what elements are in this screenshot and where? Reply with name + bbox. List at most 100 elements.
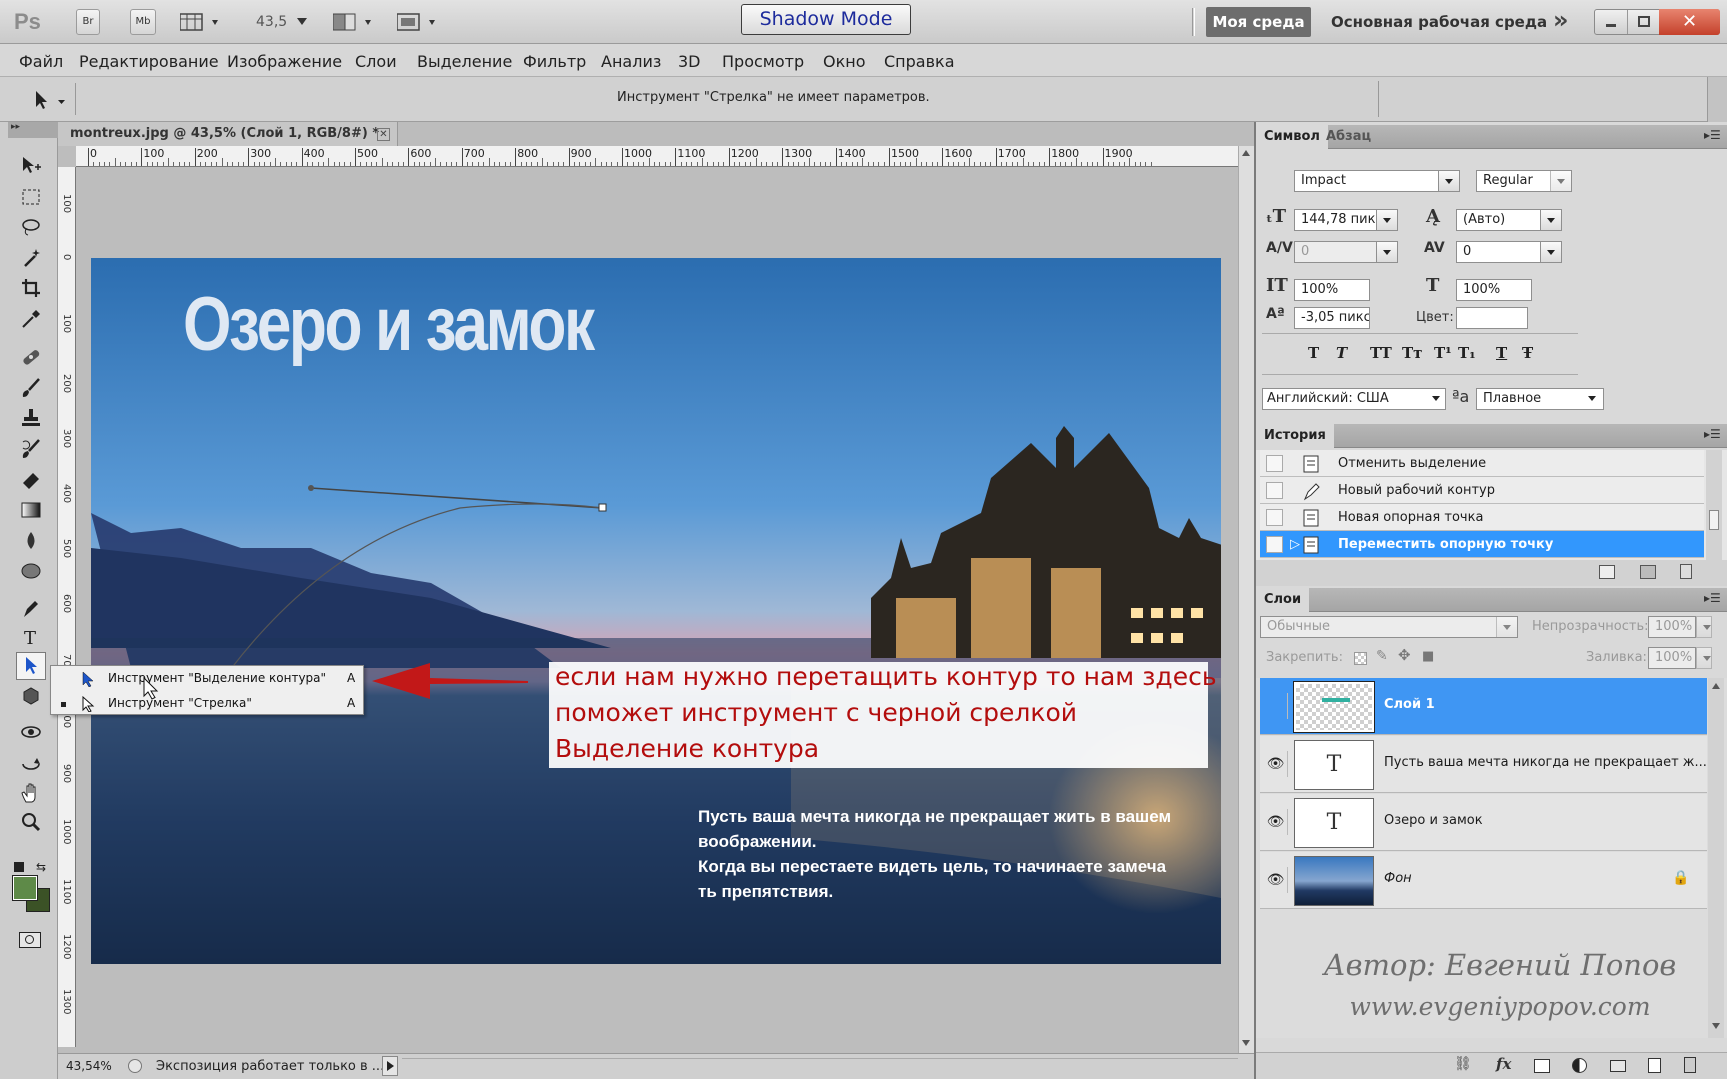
flyout-item-direct-selection[interactable]: Инструмент "Стрелка" A bbox=[51, 691, 363, 716]
language-dropdown[interactable] bbox=[1426, 388, 1448, 410]
antialias-dropdown[interactable] bbox=[1582, 388, 1604, 410]
history-item[interactable]: Новая опорная точка bbox=[1260, 504, 1704, 531]
status-zoom[interactable]: 43,54% bbox=[66, 1059, 112, 1073]
menu-file[interactable]: Файл bbox=[19, 52, 63, 71]
fill-input[interactable]: 100% bbox=[1648, 647, 1696, 669]
marquee-tool[interactable] bbox=[16, 183, 46, 211]
status-menu-button[interactable] bbox=[382, 1056, 398, 1076]
healing-tool[interactable] bbox=[16, 343, 46, 371]
new-group-button[interactable] bbox=[1610, 1060, 1626, 1072]
small-caps-button[interactable]: Tт bbox=[1402, 344, 1422, 362]
move-tool[interactable] bbox=[16, 152, 46, 180]
document-vertical-scrollbar[interactable] bbox=[1238, 146, 1254, 1053]
blur-tool[interactable] bbox=[16, 527, 46, 555]
underline-button[interactable]: T bbox=[1496, 344, 1507, 362]
default-colors-button[interactable] bbox=[14, 862, 24, 872]
panel-menu-icon[interactable]: ▸☰ bbox=[1704, 427, 1721, 441]
lock-all-icon[interactable]: ■ bbox=[1422, 649, 1434, 664]
workspace-main-button[interactable]: Основная рабочая среда bbox=[1331, 13, 1547, 31]
adjustment-layer-button[interactable] bbox=[1572, 1058, 1587, 1073]
opacity-input[interactable]: 100% bbox=[1648, 616, 1696, 638]
document-canvas[interactable]: Озеро и замок Пусть ваша мечта никогда н… bbox=[91, 258, 1221, 964]
new-layer-button[interactable] bbox=[1648, 1058, 1661, 1073]
menu-edit[interactable]: Редактирование bbox=[79, 52, 219, 71]
layer-row-selected[interactable]: Слой 1 bbox=[1260, 678, 1707, 735]
scroll-up-icon[interactable] bbox=[1712, 683, 1720, 689]
more-workspaces-icon[interactable]: » bbox=[1553, 6, 1569, 34]
add-mask-button[interactable] bbox=[1534, 1059, 1550, 1073]
history-item-selected[interactable]: ▷ Переместить опорную точку bbox=[1260, 531, 1704, 558]
layer-visibility-toggle[interactable] bbox=[1264, 693, 1288, 719]
kerning-input[interactable]: 0 bbox=[1294, 241, 1384, 263]
pen-tool[interactable] bbox=[16, 594, 46, 622]
layer-row[interactable]: 👁 T Пусть ваша мечта никогда не прекраща… bbox=[1260, 736, 1707, 793]
bridge-button[interactable]: Br bbox=[76, 9, 100, 35]
layer-row[interactable]: 👁 Фон 🔒 bbox=[1260, 852, 1707, 909]
scroll-thumb[interactable] bbox=[1709, 510, 1719, 530]
history-item[interactable]: Новый рабочий контур bbox=[1260, 477, 1704, 504]
font-family-select[interactable]: Impact bbox=[1294, 170, 1460, 192]
eraser-tool[interactable] bbox=[16, 465, 46, 493]
menu-select[interactable]: Выделение bbox=[417, 52, 512, 71]
menu-window[interactable]: Окно bbox=[823, 52, 866, 71]
tab-history[interactable]: История bbox=[1256, 424, 1334, 448]
faux-bold-button[interactable]: T bbox=[1308, 344, 1319, 362]
tracking-input[interactable]: 0 bbox=[1456, 241, 1548, 263]
3d-rotate-tool[interactable] bbox=[16, 718, 46, 746]
horizontal-scale-input[interactable]: 100% bbox=[1456, 279, 1532, 301]
history-snapshot-checkbox[interactable] bbox=[1266, 509, 1283, 526]
panel-menu-icon[interactable]: ▸☰ bbox=[1704, 591, 1721, 605]
delete-layer-button[interactable] bbox=[1684, 1057, 1696, 1073]
options-bar-grip[interactable] bbox=[1707, 77, 1727, 122]
magic-wand-tool[interactable] bbox=[16, 244, 46, 272]
flyout-item-path-selection[interactable]: Инструмент "Выделение контура" A bbox=[51, 666, 363, 691]
font-style-dropdown[interactable] bbox=[1550, 170, 1572, 192]
shape-tool[interactable] bbox=[16, 682, 46, 710]
delete-state-button[interactable] bbox=[1680, 564, 1692, 579]
history-snapshot-checkbox[interactable] bbox=[1266, 536, 1283, 553]
gradient-tool[interactable] bbox=[16, 496, 46, 524]
zoom-level[interactable]: 43,5 bbox=[256, 14, 287, 30]
tab-layers[interactable]: Слои bbox=[1256, 588, 1310, 612]
font-family-dropdown[interactable] bbox=[1438, 170, 1460, 192]
lock-brush-icon[interactable]: ✎ bbox=[1376, 648, 1388, 664]
kerning-dropdown[interactable] bbox=[1376, 241, 1398, 263]
all-caps-button[interactable]: TT bbox=[1370, 344, 1392, 362]
document-tab[interactable]: montreux.jpg @ 43,5% (Слой 1, RGB/8#) * bbox=[58, 122, 398, 146]
close-tab-button[interactable]: ✕ bbox=[377, 128, 390, 141]
lock-transparency-icon[interactable] bbox=[1354, 652, 1367, 665]
lasso-tool[interactable] bbox=[16, 213, 46, 241]
layers-scrollbar[interactable] bbox=[1708, 678, 1724, 1038]
history-item[interactable]: Отменить выделение bbox=[1260, 450, 1704, 477]
menu-view[interactable]: Просмотр bbox=[722, 52, 804, 71]
font-size-dropdown[interactable] bbox=[1376, 209, 1398, 231]
3d-orbit-tool[interactable] bbox=[16, 749, 46, 777]
crop-tool[interactable] bbox=[16, 274, 46, 302]
eye-icon[interactable]: 👁 bbox=[1264, 809, 1288, 835]
tracking-dropdown[interactable] bbox=[1540, 241, 1562, 263]
clone-stamp-tool[interactable] bbox=[16, 404, 46, 432]
view-extras-button[interactable] bbox=[179, 12, 224, 32]
history-snapshot-checkbox[interactable] bbox=[1266, 482, 1283, 499]
zoom-tool[interactable] bbox=[16, 808, 46, 836]
panel-menu-icon[interactable]: ▸☰ bbox=[1704, 128, 1721, 142]
dodge-tool[interactable] bbox=[16, 557, 46, 585]
status-info[interactable]: Экспозиция работает только в ... bbox=[156, 1059, 384, 1074]
menu-analysis[interactable]: Анализ bbox=[601, 52, 661, 71]
leading-input[interactable]: (Авто) bbox=[1456, 209, 1548, 231]
font-size-input[interactable]: 144,78 пик bbox=[1294, 209, 1384, 231]
new-snapshot-button[interactable] bbox=[1640, 565, 1656, 579]
baseline-shift-input[interactable]: -3,05 пикс bbox=[1294, 307, 1370, 329]
lock-position-icon[interactable]: ✥ bbox=[1398, 646, 1411, 664]
vertical-scale-input[interactable]: 100% bbox=[1294, 279, 1370, 301]
history-scrollbar[interactable] bbox=[1706, 450, 1722, 560]
opacity-slider-button[interactable] bbox=[1696, 616, 1712, 638]
foreground-color-swatch[interactable] bbox=[12, 875, 38, 901]
menu-help[interactable]: Справка bbox=[884, 52, 955, 71]
minibridge-button[interactable]: Mb bbox=[130, 9, 156, 35]
hand-tool[interactable] bbox=[16, 779, 46, 807]
workspace-mine-button[interactable]: Моя среда bbox=[1206, 7, 1311, 37]
link-layers-button[interactable]: ⛓ bbox=[1454, 1056, 1472, 1072]
screen-mode-button[interactable] bbox=[396, 12, 441, 32]
fx-button[interactable]: fx bbox=[1496, 1055, 1511, 1073]
